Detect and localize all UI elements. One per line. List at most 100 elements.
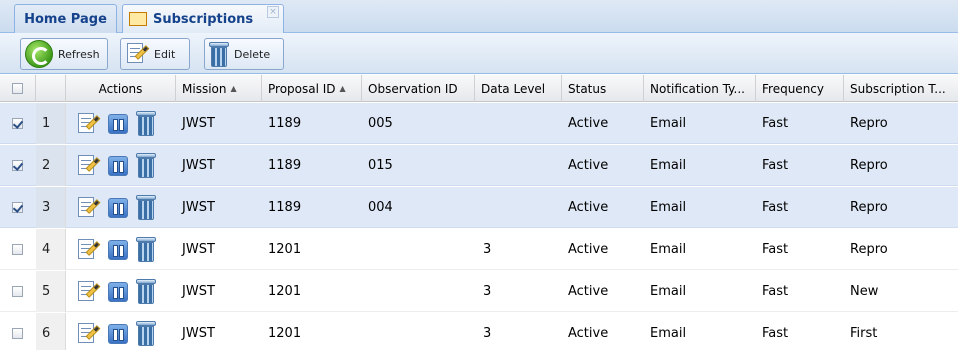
cell-data-level: 3	[483, 242, 492, 257]
column-header-frequency-label: Frequency	[762, 81, 824, 96]
cell-mission: JWST	[182, 200, 215, 215]
cell-notification-type: Email	[650, 242, 687, 257]
cell-mission: JWST	[182, 116, 215, 131]
cell-proposal-id: 1189	[268, 116, 302, 131]
cell-status: Active	[568, 242, 609, 257]
trash-icon[interactable]	[136, 321, 156, 346]
refresh-button[interactable]: Refresh	[20, 38, 108, 70]
table-row[interactable]: 6 JWST 1201 3 Active Email Fast First	[0, 313, 958, 350]
select-all-checkbox[interactable]	[12, 83, 23, 94]
cell-mission: JWST	[182, 158, 215, 173]
refresh-label: Refresh	[58, 47, 100, 61]
edit-icon[interactable]	[76, 322, 101, 346]
sort-ascending-icon: ▲	[339, 84, 346, 93]
sort-ascending-icon: ▲	[230, 84, 237, 93]
cell-proposal-id: 1201	[268, 326, 302, 341]
tab-subscriptions[interactable]: Subscriptions ×	[122, 4, 284, 33]
cell-notification-type: Email	[650, 200, 687, 215]
cell-observation-id: 005	[368, 116, 393, 131]
cell-data-level: 3	[483, 284, 492, 299]
delete-button[interactable]: Delete	[204, 38, 284, 70]
pause-icon[interactable]	[108, 155, 128, 176]
cell-frequency: Fast	[762, 158, 789, 173]
edit-icon[interactable]	[76, 196, 101, 220]
column-header-data-level[interactable]: Data Level	[475, 75, 562, 102]
cell-subscription-type: Repro	[850, 200, 888, 215]
row-select-cell	[0, 229, 36, 270]
table-row[interactable]: 5 JWST 1201 3 Active Email Fast New	[0, 271, 958, 312]
edit-icon[interactable]	[76, 238, 101, 262]
column-header-frequency[interactable]: Frequency	[756, 75, 844, 102]
edit-icon[interactable]	[76, 154, 101, 178]
trash-icon[interactable]	[136, 279, 156, 304]
table-row[interactable]: 4 JWST 1201 3 Active Email Fast Repro	[0, 229, 958, 270]
row-actions	[66, 229, 176, 270]
row-actions	[66, 271, 176, 312]
pause-icon[interactable]	[108, 113, 128, 134]
cell-status: Active	[568, 158, 609, 173]
trash-icon[interactable]	[136, 153, 156, 178]
edit-button[interactable]: Edit	[120, 38, 190, 70]
row-actions	[66, 103, 176, 144]
row-checkbox[interactable]	[12, 160, 23, 171]
row-checkbox[interactable]	[12, 244, 23, 255]
column-header-actions[interactable]: Actions	[66, 75, 176, 102]
cell-proposal-id: 1189	[268, 158, 302, 173]
edit-icon[interactable]	[76, 280, 101, 304]
row-checkbox[interactable]	[12, 286, 23, 297]
column-header-observation-id[interactable]: Observation ID	[362, 75, 475, 102]
close-tab-icon[interactable]: ×	[267, 6, 279, 18]
row-select-cell	[0, 271, 36, 312]
pause-icon[interactable]	[108, 323, 128, 344]
table-row[interactable]: 3 JWST 1189 004 Active Email Fast Repro	[0, 187, 958, 228]
tab-home-page[interactable]: Home Page	[14, 4, 117, 33]
edit-icon[interactable]	[76, 112, 101, 136]
cell-frequency: Fast	[762, 242, 789, 257]
cell-notification-type: Email	[650, 326, 687, 341]
cell-notification-type: Email	[650, 158, 687, 173]
column-header-notification-type[interactable]: Notification Ty...	[644, 75, 756, 102]
column-header-subscription-type-label: Subscription T...	[850, 81, 946, 96]
row-checkbox[interactable]	[12, 202, 23, 213]
trash-icon[interactable]	[136, 111, 156, 136]
tab-subscriptions-label: Subscriptions	[153, 11, 254, 27]
cell-subscription-type: Repro	[850, 116, 888, 131]
row-number-header	[36, 75, 66, 102]
cell-frequency: Fast	[762, 326, 789, 341]
column-header-notification-type-label: Notification Ty...	[650, 81, 745, 96]
table-row[interactable]: 2 JWST 1189 015 Active Email Fast Repro	[0, 145, 958, 186]
column-header-status[interactable]: Status	[562, 75, 644, 102]
row-number: 2	[36, 145, 66, 186]
tab-strip: Home Page Subscriptions ×	[0, 0, 958, 33]
row-actions	[66, 313, 176, 350]
row-number: 3	[36, 187, 66, 228]
trash-icon[interactable]	[136, 237, 156, 262]
row-number: 4	[36, 229, 66, 270]
cell-status: Active	[568, 284, 609, 299]
row-select-cell	[0, 145, 36, 186]
row-checkbox[interactable]	[12, 328, 23, 339]
cell-notification-type: Email	[650, 284, 687, 299]
cell-subscription-type: Repro	[850, 242, 888, 257]
row-checkbox[interactable]	[12, 118, 23, 129]
envelope-icon	[129, 12, 147, 26]
column-header-mission[interactable]: Mission ▲	[176, 75, 262, 102]
cell-subscription-type: Repro	[850, 158, 888, 173]
table-row[interactable]: 1 JWST 1189 005 Active Email Fast Repro	[0, 103, 958, 144]
pause-icon[interactable]	[108, 281, 128, 302]
select-all-header	[0, 75, 36, 102]
cell-status: Active	[568, 200, 609, 215]
edit-label: Edit	[154, 47, 176, 61]
cell-data-level	[475, 103, 562, 144]
trash-icon[interactable]	[136, 195, 156, 220]
pause-icon[interactable]	[108, 239, 128, 260]
cell-notification-type: Email	[650, 116, 687, 131]
column-header-actions-label: Actions	[98, 81, 143, 96]
cell-data-level	[475, 187, 562, 228]
column-header-subscription-type[interactable]: Subscription T...	[844, 75, 958, 102]
cell-data-level	[475, 145, 562, 186]
tab-home-page-label: Home Page	[24, 11, 107, 27]
column-header-proposal-id[interactable]: Proposal ID ▲	[262, 75, 362, 102]
column-header-observation-id-label: Observation ID	[368, 81, 458, 96]
pause-icon[interactable]	[108, 197, 128, 218]
